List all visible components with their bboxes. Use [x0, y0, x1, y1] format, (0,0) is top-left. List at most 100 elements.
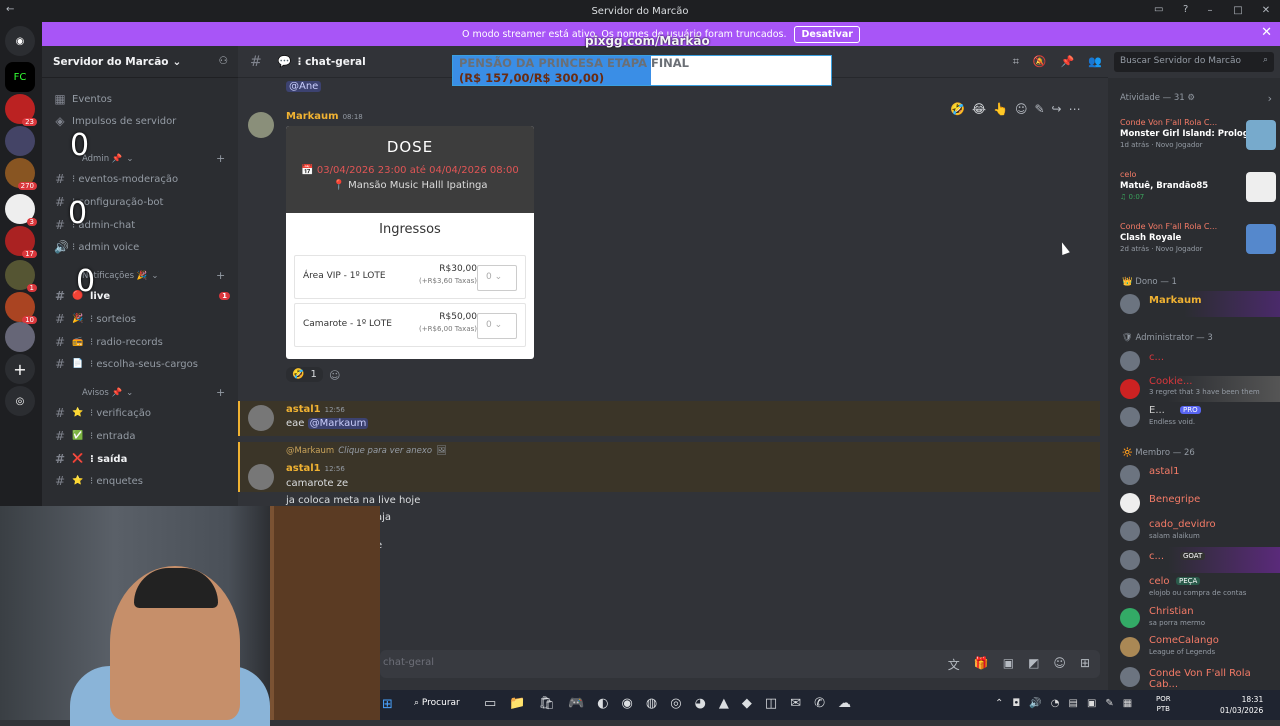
server-icon-4[interactable]: 3 — [5, 194, 37, 226]
member-item[interactable]: Christian sa porra mermo — [1120, 605, 1280, 631]
volume-icon[interactable]: 🔊 — [1029, 698, 1041, 709]
channel-entrada[interactable]: # ✅ ⁝ entrada — [54, 429, 230, 443]
channel-verificacao[interactable]: # ⭐ ⁝ verificação — [54, 406, 230, 420]
reply-preview[interactable]: @Markaum Clique para ver anexo 🖼 — [286, 446, 447, 456]
channel-eventos-moderacao[interactable]: # ⁝ eventos-moderação — [54, 172, 230, 186]
member-item[interactable]: Benegripe — [1120, 490, 1280, 516]
server-icon-8[interactable] — [5, 322, 35, 352]
server-header[interactable]: Servidor do Marcão ⌄ ⚇ — [42, 46, 238, 78]
discord-home-icon[interactable]: ◉ — [5, 26, 35, 56]
riot-icon[interactable]: ◆ — [742, 696, 752, 711]
add-server-icon[interactable]: + — [5, 354, 35, 384]
add-reaction-icon[interactable]: ☺ — [1015, 102, 1028, 116]
tray-app-icon[interactable]: ✎ — [1105, 698, 1113, 709]
message-composer[interactable]: chat-geral 文 🎁 ▣ ◩ ☺ ⊞ — [380, 650, 1100, 678]
maximize-button[interactable]: □ — [1224, 0, 1252, 22]
server-icon-1[interactable]: 23 — [5, 94, 37, 126]
message-author[interactable]: astal1 12:56 — [286, 404, 345, 415]
more-icon[interactable]: ⋯ — [1069, 102, 1081, 116]
member-item[interactable]: Cookie... 3 regret that 3 have been them — [1120, 376, 1280, 402]
tray-app-icon[interactable]: ▦ — [1123, 698, 1132, 709]
add-channel-icon[interactable]: + — [216, 269, 225, 282]
tray-app-icon[interactable]: ▣ — [1087, 698, 1096, 709]
sticker-icon[interactable]: ◩ — [1028, 656, 1039, 673]
tray-app-icon[interactable]: ◘ — [1012, 698, 1020, 709]
chrome-icon[interactable]: ◕ — [695, 696, 706, 711]
obs-icon[interactable]: ◎ — [670, 696, 681, 711]
channel-escolha-seus-cargos[interactable]: # 📄 ⁝ escolha-seus-cargos — [54, 357, 230, 371]
mention-ane[interactable]: @Ane — [286, 81, 322, 92]
member-item[interactable]: E... PRO Endless void. — [1120, 404, 1280, 430]
quantity-select[interactable]: 0 ⌄ — [477, 265, 517, 291]
channel-enquetes[interactable]: # ⭐ ⁝ enquetes — [54, 474, 230, 488]
pin-icon[interactable]: 📌 — [1061, 55, 1075, 69]
close-window-button[interactable]: ✕ — [1252, 0, 1280, 22]
add-channel-icon[interactable]: + — [216, 152, 225, 165]
category-avisos[interactable]: Avisos 📌 ⌄ — [82, 388, 133, 398]
wifi-icon[interactable]: ◔ — [1051, 698, 1060, 709]
reaction-pill[interactable]: 🤣 1 — [286, 367, 323, 382]
member-item[interactable]: Conde Von F'all Rola Cab... — [1120, 664, 1280, 690]
server-icon-fc[interactable]: FC — [5, 62, 35, 92]
translate-icon[interactable]: 文 — [948, 656, 960, 673]
mention-markaum[interactable]: @Markaum — [307, 418, 369, 429]
member-list-icon[interactable]: 👥 — [1088, 55, 1102, 69]
channel-saida[interactable]: # ❌ ⁝ saída — [54, 452, 230, 466]
member-item[interactable]: celo PEÇA elojob ou compra de contas — [1120, 575, 1280, 601]
member-item[interactable]: c... — [1120, 348, 1280, 374]
category-admin[interactable]: Admin 📌 ⌄ — [82, 154, 134, 164]
edge-icon[interactable]: ◍ — [646, 696, 657, 711]
reaction-laugh-icon[interactable]: 🤣 — [950, 102, 965, 116]
quantity-select[interactable]: 0 ⌄ — [477, 313, 517, 339]
taskbar-search[interactable]: ⌕ Procurar — [414, 698, 460, 708]
gift-icon[interactable]: 🎁 — [974, 656, 989, 673]
reaction-point-icon[interactable]: 👆 — [993, 102, 1008, 116]
instagram-icon[interactable]: ◫ — [765, 696, 777, 711]
chevron-right-icon[interactable]: › — [1268, 92, 1272, 105]
task-view-icon[interactable]: ▭ — [484, 696, 496, 711]
member-item[interactable]: c... GOAT — [1120, 547, 1280, 573]
server-icon-7[interactable]: 10 — [5, 292, 37, 324]
add-reaction-icon[interactable]: ☺ — [329, 369, 340, 382]
avatar[interactable] — [248, 405, 274, 431]
close-icon[interactable]: ✕ — [1261, 25, 1272, 40]
xbox-icon[interactable]: 🎮 — [568, 696, 584, 711]
activity-card[interactable]: celo Matuê, Brandão85 ♫ 0:07 — [1120, 170, 1280, 202]
help-icon[interactable]: ? — [1183, 4, 1188, 15]
forward-icon[interactable]: ↪ — [1052, 102, 1062, 116]
notification-bell-icon[interactable]: 🔕 — [1033, 55, 1047, 69]
channel-impulsos[interactable]: ◈ Impulsos de servidor — [54, 114, 230, 128]
search-input[interactable]: Buscar Servidor do Marcão ⌕ — [1114, 52, 1274, 72]
server-icon-3[interactable]: 270 — [5, 158, 37, 190]
chat-app-icon[interactable]: ✉ — [790, 696, 801, 711]
channel-eventos[interactable]: ▦ Eventos — [54, 92, 230, 106]
server-icon-2[interactable] — [5, 126, 35, 156]
language-indicator[interactable]: POR PTB — [1156, 694, 1171, 714]
event-card[interactable]: DOSE 📅 03/04/2026 23:00 até 04/04/2026 0… — [286, 126, 534, 359]
whatsapp-icon[interactable]: ✆ — [814, 696, 825, 711]
windows-start-icon[interactable]: ⊞ — [382, 697, 393, 712]
discord-taskbar-icon[interactable]: ◉ — [622, 696, 633, 711]
channel-admin-voice[interactable]: 🔊 ⁝ admin voice — [54, 240, 230, 254]
add-channel-icon[interactable]: + — [216, 386, 225, 399]
threads-icon[interactable]: ⌗ — [1013, 55, 1019, 69]
server-icon-5[interactable]: 17 — [5, 226, 37, 258]
member-item[interactable]: cado_devidro salam alaikum — [1120, 518, 1280, 544]
minimize-button[interactable]: – — [1196, 0, 1224, 22]
tray-chevron-icon[interactable]: ⌃ — [995, 698, 1003, 709]
channel-radio-records[interactable]: # 📻 ⁝ radio-records — [54, 335, 230, 349]
cloud-icon[interactable]: ☁ — [838, 696, 851, 711]
clock[interactable]: 18:31 01/03/2026 — [1220, 694, 1263, 716]
brave-icon[interactable]: ▲ — [719, 696, 729, 711]
activity-card[interactable]: Conde Von F'all Rola C... Clash Royale 2… — [1120, 222, 1280, 254]
back-arrow-icon[interactable]: ← — [6, 4, 14, 15]
steam-icon[interactable]: ◐ — [597, 696, 608, 711]
server-icon-6[interactable]: 1 — [5, 260, 37, 292]
message-author[interactable]: Markaum 08:18 — [286, 111, 363, 122]
message-author[interactable]: astal1 12:56 — [286, 463, 345, 474]
disable-streamer-button[interactable]: Desativar — [794, 25, 860, 43]
activity-card[interactable]: Conde Von F'all Rola C... Monster Girl I… — [1120, 118, 1280, 150]
avatar[interactable] — [248, 112, 274, 138]
member-item[interactable]: astal1 — [1120, 462, 1280, 488]
member-item[interactable]: Markaum — [1120, 291, 1280, 317]
